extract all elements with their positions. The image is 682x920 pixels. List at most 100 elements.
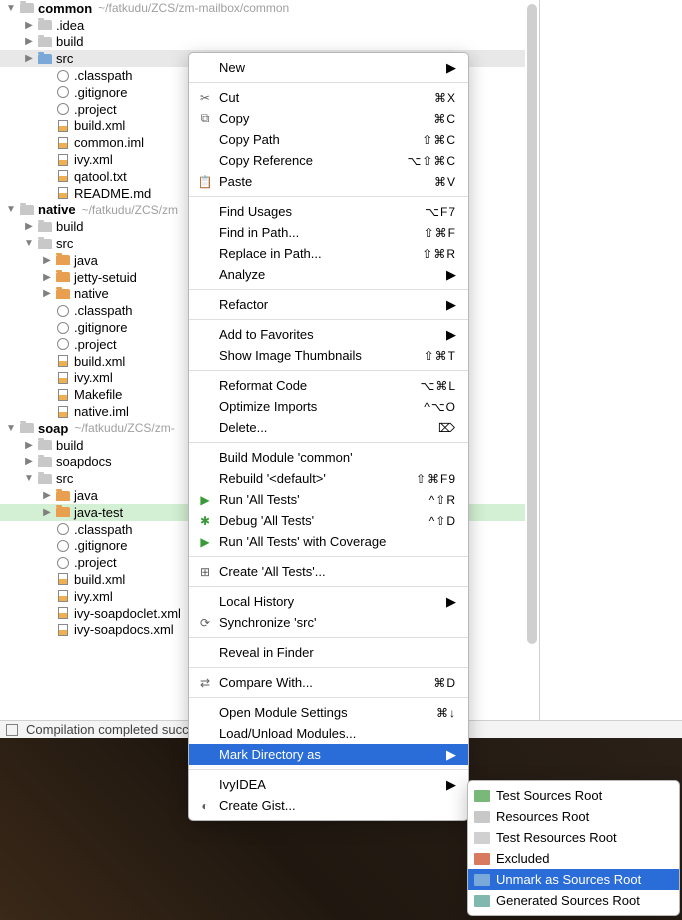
submenu-label: Test Resources Root xyxy=(496,830,617,845)
mark-directory-submenu[interactable]: Test Sources Root Resources Root Test Reso… xyxy=(467,780,680,916)
menu-label: Create 'All Tests'... xyxy=(219,564,456,579)
expand-arrow-icon[interactable] xyxy=(42,288,52,299)
blank-icon xyxy=(197,645,213,661)
blank-icon xyxy=(197,594,213,610)
menu-item[interactable]: ⊞Create 'All Tests'... xyxy=(189,561,468,582)
menu-item[interactable]: Mark Directory as▶ xyxy=(189,744,468,765)
menu-item[interactable]: Replace in Path...⇧⌘R xyxy=(189,243,468,264)
tree-label: jetty-setuid xyxy=(74,270,137,285)
expand-arrow-icon[interactable] xyxy=(42,507,52,518)
menu-label: Rebuild '<default>' xyxy=(219,471,416,486)
expand-arrow-icon[interactable] xyxy=(6,204,16,215)
source-folder-icon xyxy=(37,52,53,66)
menu-item[interactable]: Copy Reference⌥⇧⌘C xyxy=(189,150,468,171)
menu-item[interactable]: Optimize Imports^⌥O xyxy=(189,396,468,417)
menu-separator xyxy=(189,289,468,290)
submenu-item[interactable]: Test Sources Root xyxy=(468,785,679,806)
context-menu[interactable]: New▶ ✂Cut⌘X⧉Copy⌘CCopy Path⇧⌘CCopy Refere… xyxy=(188,52,469,821)
menu-item[interactable]: Reformat Code⌥⌘L xyxy=(189,375,468,396)
menu-item[interactable]: 📋Paste⌘V xyxy=(189,171,468,192)
menu-item[interactable]: ◐Create Gist... xyxy=(189,795,468,816)
submenu-item[interactable]: Excluded xyxy=(468,848,679,869)
tree-label: native xyxy=(38,202,76,217)
tree-label: .project xyxy=(74,102,117,117)
menu-label: Replace in Path... xyxy=(219,246,422,261)
menu-item[interactable]: Load/Unload Modules... xyxy=(189,723,468,744)
tree-scrollbar[interactable] xyxy=(525,0,539,720)
expand-arrow-icon[interactable] xyxy=(24,473,34,484)
scroll-thumb[interactable] xyxy=(527,4,537,644)
menu-item[interactable]: IvyIDEA▶ xyxy=(189,774,468,795)
menu-shortcut: ⇧⌘T xyxy=(424,349,456,363)
submenu-label: Resources Root xyxy=(496,809,589,824)
menu-label: Run 'All Tests' xyxy=(219,492,429,507)
menu-item[interactable]: ▶Run 'All Tests' with Coverage xyxy=(189,531,468,552)
cut-icon: ✂ xyxy=(197,90,213,106)
expand-arrow-icon[interactable] xyxy=(42,272,52,283)
menu-item[interactable]: ⇄Compare With...⌘D xyxy=(189,672,468,693)
tree-row[interactable]: common~/fatkudu/ZCS/zm-mailbox/common xyxy=(0,0,539,17)
menu-label: Reformat Code xyxy=(219,378,420,393)
menu-item[interactable]: Add to Favorites▶ xyxy=(189,324,468,345)
menu-item[interactable]: Show Image Thumbnails⇧⌘T xyxy=(189,345,468,366)
tree-label: common xyxy=(38,1,92,16)
menu-item[interactable]: ✱Debug 'All Tests'^⇧D xyxy=(189,510,468,531)
expand-arrow-icon[interactable] xyxy=(24,36,34,47)
menu-item[interactable]: ⟳Synchronize 'src' xyxy=(189,612,468,633)
expand-arrow-icon[interactable] xyxy=(6,423,16,434)
submenu-item[interactable]: Test Resources Root xyxy=(468,827,679,848)
menu-item[interactable]: ✂Cut⌘X xyxy=(189,87,468,108)
expand-arrow-icon[interactable] xyxy=(24,20,34,31)
file-icon xyxy=(55,606,71,620)
menu-item[interactable]: Open Module Settings⌘↓ xyxy=(189,702,468,723)
tree-label: .project xyxy=(74,337,117,352)
file-icon xyxy=(55,556,71,570)
menu-shortcut: ⌘D xyxy=(433,676,456,690)
menu-item[interactable]: ▶Run 'All Tests'^⇧R xyxy=(189,489,468,510)
submenu-item[interactable]: Unmark as Sources Root xyxy=(468,869,679,890)
menu-separator xyxy=(189,697,468,698)
expand-arrow-icon[interactable] xyxy=(24,238,34,249)
tree-label: build.xml xyxy=(74,572,125,587)
menu-item[interactable]: Find Usages⌥F7 xyxy=(189,201,468,222)
folder-color-icon xyxy=(474,811,490,823)
folder-icon xyxy=(37,18,53,32)
submenu-arrow-icon: ▶ xyxy=(446,60,456,76)
debug-all-tests--icon: ✱ xyxy=(197,513,213,529)
menu-item[interactable]: ⧉Copy⌘C xyxy=(189,108,468,129)
expand-arrow-icon[interactable] xyxy=(24,221,34,232)
expand-arrow-icon[interactable] xyxy=(24,456,34,467)
menu-label: Create Gist... xyxy=(219,798,456,813)
package-folder-icon xyxy=(55,270,71,284)
menu-item[interactable]: Find in Path...⇧⌘F xyxy=(189,222,468,243)
menu-item[interactable]: Build Module 'common' xyxy=(189,447,468,468)
menu-item[interactable]: Analyze▶ xyxy=(189,264,468,285)
menu-item[interactable]: Rebuild '<default>'⇧⌘F9 xyxy=(189,468,468,489)
menu-item[interactable]: Delete...⌦ xyxy=(189,417,468,438)
file-icon xyxy=(55,186,71,200)
menu-item[interactable]: Refactor▶ xyxy=(189,294,468,315)
menu-item[interactable]: Copy Path⇧⌘C xyxy=(189,129,468,150)
expand-arrow-icon[interactable] xyxy=(42,255,52,266)
expand-arrow-icon[interactable] xyxy=(6,3,16,14)
expand-arrow-icon[interactable] xyxy=(42,490,52,501)
submenu-item[interactable]: Resources Root xyxy=(468,806,679,827)
blank-icon xyxy=(197,471,213,487)
tree-row[interactable]: build xyxy=(0,34,539,51)
menu-item[interactable]: New▶ xyxy=(189,57,468,78)
menu-label: IvyIDEA xyxy=(219,777,446,792)
menu-item[interactable]: Reveal in Finder xyxy=(189,642,468,663)
expand-arrow-icon[interactable] xyxy=(24,53,34,64)
package-folder-icon xyxy=(55,489,71,503)
expand-arrow-icon[interactable] xyxy=(24,440,34,451)
status-icon xyxy=(6,724,18,736)
folder-icon xyxy=(37,237,53,251)
submenu-label: Generated Sources Root xyxy=(496,893,640,908)
file-icon xyxy=(55,337,71,351)
tree-row[interactable]: .idea xyxy=(0,17,539,34)
menu-label: Refactor xyxy=(219,297,446,312)
submenu-item[interactable]: Generated Sources Root xyxy=(468,890,679,911)
blank-icon xyxy=(197,450,213,466)
menu-item[interactable]: Local History▶ xyxy=(189,591,468,612)
blank-icon xyxy=(197,747,213,763)
